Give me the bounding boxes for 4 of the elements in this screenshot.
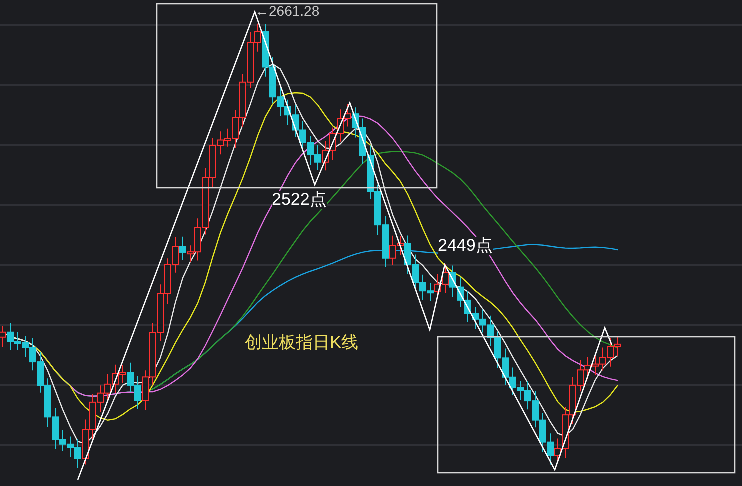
price-label: 2449点 bbox=[438, 237, 493, 255]
price-label: 2522点 bbox=[272, 191, 327, 209]
chart-title: 创业板指日K线 bbox=[245, 333, 358, 353]
price-label: ←2661.28 bbox=[255, 2, 320, 20]
